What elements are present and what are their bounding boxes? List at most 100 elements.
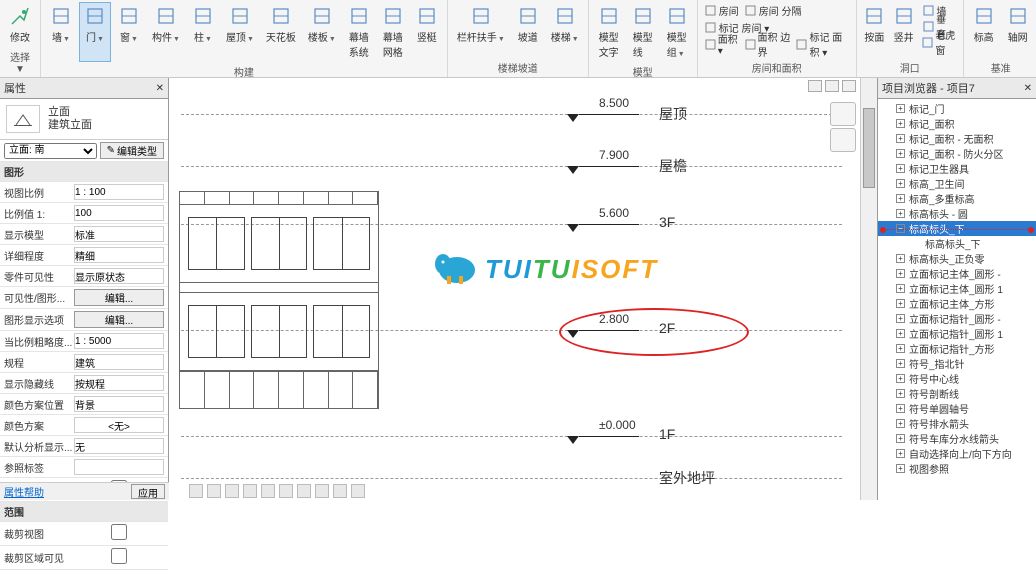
instance-selector[interactable]: 立面: 南 [4,143,97,159]
by-face-button[interactable]: 按面 [861,2,888,58]
close-icon[interactable]: ✕ [1024,83,1032,94]
door-button[interactable]: 门▼ [79,2,111,62]
reveal-icon[interactable] [351,484,365,498]
mullion-button[interactable]: 竖梃 [411,2,443,62]
canvas-scrollbar[interactable] [860,78,877,500]
expand-icon[interactable]: + [896,269,905,278]
tree-item[interactable]: +标高标头 - 圆 [878,206,1036,221]
tree-item[interactable]: +符号_指北针 [878,356,1036,371]
level-line[interactable] [181,478,842,479]
shaft-button[interactable]: 竖井 [890,2,917,58]
property-value-input[interactable] [74,375,164,391]
railing-button[interactable]: 栏杆扶手▼ [452,2,510,58]
detail-icon[interactable] [207,484,221,498]
tree-item[interactable]: +立面标记指针_圆形 1 [878,326,1036,341]
lock-icon[interactable] [315,484,329,498]
tree-item[interactable]: +标高_卫生间 [878,176,1036,191]
floor-button[interactable]: 楼板▼ [303,2,341,62]
expand-icon[interactable]: + [896,464,905,473]
edit-button[interactable]: 编辑... [74,311,164,328]
ceiling-button[interactable]: 天花板 [261,2,301,62]
crop-icon[interactable] [279,484,293,498]
level-name-label[interactable]: 3F [659,214,675,230]
tree-item[interactable]: +符号排水箭头 [878,416,1036,431]
property-value-input[interactable] [74,438,164,454]
expand-icon[interactable]: + [896,254,905,263]
tree-item[interactable]: +立面标记主体_圆形 - [878,266,1036,281]
property-value-input[interactable] [74,205,164,221]
level-elevation-value[interactable]: ±0.000 [599,418,636,432]
drawing-canvas[interactable]: 8.500屋顶7.900屋檐5.6003F2.8002F±0.0001F室外地坪… [169,78,860,500]
expand-icon[interactable]: + [896,344,905,353]
temp-hide-icon[interactable] [333,484,347,498]
tree-item[interactable]: 标高标头_下 [878,236,1036,251]
nav-wheel-icon[interactable] [830,102,856,126]
tree-item[interactable]: +标高标头_正负零 [878,251,1036,266]
curtain-grid-button[interactable]: 幕墙网格 [377,2,409,62]
expand-icon[interactable]: + [896,284,905,293]
area-button[interactable]: 面积 ▾ [702,36,742,52]
expand-icon[interactable]: + [896,299,905,308]
level-line[interactable] [181,436,842,437]
expand-icon[interactable]: + [896,149,905,158]
property-value-input[interactable] [74,396,164,412]
visual-style-icon[interactable] [225,484,239,498]
property-value-input[interactable] [74,333,164,349]
wall-button[interactable]: 墙▼ [45,2,77,62]
property-value-input[interactable] [74,247,164,263]
room-button[interactable]: 房间 [702,2,742,18]
tree-item[interactable]: +符号单圆轴号 [878,401,1036,416]
expand-icon[interactable]: + [896,194,905,203]
project-tree[interactable]: +标记_门+标记_面积+标记_面积 - 无面积+标记_面积 - 防火分区+标记卫… [878,99,1036,500]
level-elevation-value[interactable]: 8.500 [599,96,629,110]
shadows-icon[interactable] [261,484,275,498]
level-line[interactable] [181,114,842,115]
level-elevation-value[interactable]: 7.900 [599,148,629,162]
property-value-input[interactable] [74,354,164,370]
tree-item[interactable]: +立面标记主体_圆形 1 [878,281,1036,296]
edit-type-button[interactable]: ✎编辑类型 [100,142,164,159]
level-name-label[interactable]: 1F [659,426,675,442]
expand-icon[interactable]: + [896,374,905,383]
crop-region-icon[interactable] [297,484,311,498]
level-name-label[interactable]: 屋顶 [659,104,687,124]
group-extents[interactable]: 范围 [0,502,168,522]
grid-button[interactable]: 轴网 [1002,2,1034,58]
apply-button[interactable]: 应用 [131,484,165,499]
tree-item[interactable]: +立面标记主体_方形 [878,296,1036,311]
pan-icon[interactable] [830,128,856,152]
model-text-button[interactable]: 模型文字 [593,2,625,62]
window-button[interactable]: 窗▼ [113,2,145,62]
model-line-button[interactable]: 模型线 [627,2,659,62]
ramp-button[interactable]: 坡道 [512,2,544,58]
expand-icon[interactable]: + [896,164,905,173]
property-value-input[interactable] [74,459,164,475]
room-sep-button[interactable]: 房间 分隔 [742,2,805,18]
expand-icon[interactable]: + [896,119,905,128]
expand-icon[interactable]: + [896,134,905,143]
tree-item[interactable]: +符号中心线 [878,371,1036,386]
tree-item[interactable]: +立面标记指针_方形 [878,341,1036,356]
tree-item[interactable]: +标记_面积 [878,116,1036,131]
tree-item[interactable]: +立面标记指针_圆形 - [878,311,1036,326]
tree-item[interactable]: +视图参照 [878,461,1036,476]
property-value-input[interactable] [74,417,164,433]
tree-item[interactable]: +标高_多重标高 [878,191,1036,206]
expand-icon[interactable]: + [896,359,905,368]
type-selector[interactable]: 立面建筑立面 [0,99,168,140]
stair-button[interactable]: 楼梯▼ [546,2,584,58]
tree-item[interactable]: −标高标头_下 [878,221,1036,236]
column-button[interactable]: 柱▼ [187,2,219,62]
level-name-label[interactable]: 屋檐 [659,156,687,176]
expand-icon[interactable]: + [896,314,905,323]
area-bound-button[interactable]: 面积 边界 [742,36,794,52]
level-line[interactable] [181,166,842,167]
edit-button[interactable]: 编辑... [74,289,164,306]
expand-icon[interactable]: + [896,449,905,458]
tag-area-button[interactable]: 标记 面积 ▾ [793,36,851,52]
select-dropdown[interactable]: 选择 ▼ [4,47,36,77]
scale-icon[interactable] [189,484,203,498]
tree-item[interactable]: +符号车库分水线箭头 [878,431,1036,446]
expand-icon[interactable]: + [896,179,905,188]
properties-help-link[interactable]: 属性帮助 [4,484,44,499]
